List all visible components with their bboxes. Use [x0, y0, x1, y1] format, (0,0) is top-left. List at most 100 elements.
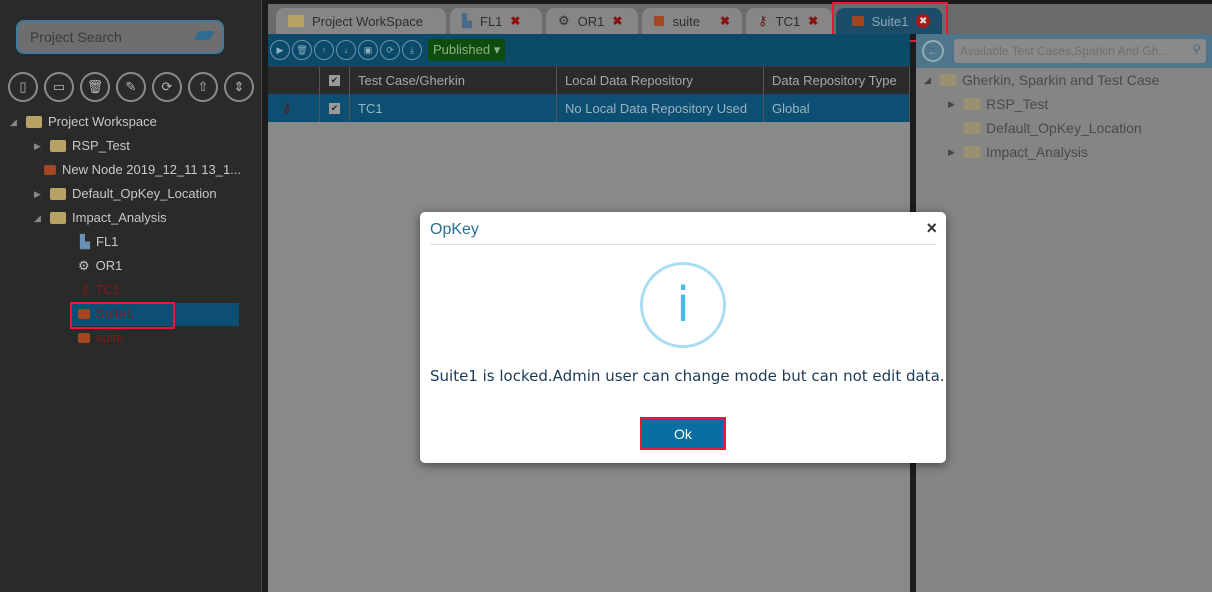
tab-bar: Project WorkSpace ▙ FL1 ✖ ⚙ OR1 ✖ suite ✖ ⚷ TC…: [268, 0, 1212, 42]
node-label: New Node 2019_12_11 13_1...: [62, 162, 242, 177]
available-search-input[interactable]: Available Test Cases,Sparkin And Gh... ⚲: [954, 39, 1206, 63]
tree-node-fl1[interactable]: ▙ FL1: [80, 232, 118, 252]
key-icon: ⚷: [758, 13, 768, 28]
node-label: Gherkin, Sparkin and Test Case: [962, 72, 1160, 88]
tree-node-impact-analysis[interactable]: ◢ Impact_Analysis: [34, 208, 167, 228]
tab-label: suite: [672, 13, 700, 29]
delete-icon[interactable]: 🗑: [292, 40, 312, 60]
function-library-icon: ▙: [462, 13, 472, 28]
node-label: Default_OpKey_Location: [72, 186, 217, 201]
tab-label: TC1: [775, 13, 801, 29]
tab-label: FL1: [480, 13, 503, 29]
back-arrow-icon[interactable]: ←: [922, 40, 944, 62]
tab-suite[interactable]: suite ✖: [642, 8, 742, 34]
node-label: RSP_Test: [72, 138, 130, 153]
highlight-box: [70, 302, 175, 329]
cell-name: TC1: [350, 94, 557, 122]
close-icon[interactable]: ✖: [510, 14, 520, 28]
close-icon[interactable]: ✖: [612, 14, 622, 28]
tree-node-default-location[interactable]: Default_OpKey_Location: [964, 118, 1142, 138]
tree-node-default-location[interactable]: ▶ Default_OpKey_Location: [34, 184, 217, 204]
key-icon: ⚷: [268, 94, 320, 122]
tree-node-project-workspace[interactable]: ◢ Project Workspace: [10, 112, 157, 132]
status-dropdown[interactable]: Published ▾: [428, 39, 506, 61]
node-label: Impact_Analysis: [72, 210, 167, 225]
tab-or1[interactable]: ⚙ OR1 ✖: [546, 8, 638, 34]
tree-node-tc1[interactable]: ⚷ TC1: [80, 280, 120, 300]
tree-node-new-node[interactable]: New Node 2019_12_11 13_1...: [44, 160, 241, 180]
select-all-checkbox[interactable]: ✔: [329, 75, 340, 86]
play-icon[interactable]: ▶: [270, 40, 290, 60]
node-label: RSP_Test: [986, 96, 1049, 112]
node-label: Default_OpKey_Location: [986, 120, 1142, 136]
function-library-icon: ▙: [80, 234, 90, 249]
open-folder-button[interactable]: ▭: [44, 72, 74, 102]
tab-label: OR1: [577, 13, 605, 29]
folder-icon: [964, 98, 980, 110]
tab-project-workspace[interactable]: Project WorkSpace: [276, 8, 446, 34]
dialog-title: OpKey: [430, 221, 479, 238]
node-label: FL1: [96, 234, 119, 249]
save-icon[interactable]: ▣: [358, 40, 378, 60]
tab-tc1[interactable]: ⚷ TC1 ✖: [746, 8, 832, 34]
new-file-button[interactable]: ▯: [8, 72, 38, 102]
tab-fl1[interactable]: ▙ FL1 ✖: [450, 8, 542, 34]
tree-node-rsp-test[interactable]: ▶ RSP_Test: [948, 94, 1048, 114]
sort-button[interactable]: ⇕: [224, 72, 254, 102]
available-panel: ← Available Test Cases,Sparkin And Gh...…: [916, 34, 1212, 592]
tree-node-impact-analysis[interactable]: ▶ Impact_Analysis: [948, 142, 1088, 162]
close-icon[interactable]: ×: [926, 218, 937, 239]
close-icon[interactable]: ✖: [808, 14, 818, 28]
cell-repo: No Local Data Repository Used: [557, 94, 764, 122]
node-label: Impact_Analysis: [986, 144, 1088, 160]
tree-node-or1[interactable]: ⚙ OR1: [78, 256, 122, 276]
node-label: Project Workspace: [48, 114, 157, 129]
move-up-icon[interactable]: ↑: [314, 40, 334, 60]
project-sidebar: Project Search ▯ ▭ 🗑 ✎ ⟳ ⇧ ⇕ ◢ Project Wo…: [0, 0, 262, 592]
column-header[interactable]: Data Repository Type: [764, 67, 910, 94]
project-search-input[interactable]: Project Search: [16, 20, 224, 54]
table-header: ✔ Test Case/Gherkin Local Data Repositor…: [268, 66, 910, 94]
folder-icon: [26, 116, 42, 128]
edit-button[interactable]: ✎: [116, 72, 146, 102]
folder-icon: [964, 146, 980, 158]
upload-button[interactable]: ⇧: [188, 72, 218, 102]
tree-node-suite[interactable]: suite: [78, 328, 123, 348]
ok-button[interactable]: Ok: [640, 417, 726, 450]
column-header[interactable]: Local Data Repository: [557, 67, 764, 94]
move-down-icon[interactable]: ↓: [336, 40, 356, 60]
row-checkbox[interactable]: ✔: [329, 102, 340, 114]
info-icon: i: [640, 262, 726, 348]
dialog-message: Suite1 is locked.Admin user can change m…: [430, 367, 945, 385]
refresh-icon[interactable]: ⟳: [380, 40, 400, 60]
folder-icon: [50, 188, 66, 200]
suite-icon: [654, 16, 665, 26]
eraser-icon[interactable]: [193, 31, 215, 40]
folder-icon: [288, 15, 304, 27]
node-label: TC1: [95, 282, 121, 297]
suite-toolbar: ▶ 🗑 ↑ ↓ ▣ ⟳ ⤓ Published ▾: [268, 34, 910, 66]
download-icon[interactable]: ⤓: [402, 40, 422, 60]
key-icon: ⚷: [80, 282, 90, 297]
folder-icon: [50, 140, 66, 152]
node-label: OR1: [95, 258, 123, 273]
search-icon[interactable]: ⚲: [1192, 42, 1201, 56]
tab-label: Project WorkSpace: [312, 13, 424, 29]
delete-button[interactable]: 🗑: [80, 72, 110, 102]
refresh-button[interactable]: ⟳: [152, 72, 182, 102]
search-placeholder: Project Search: [30, 29, 122, 45]
column-header[interactable]: Test Case/Gherkin: [350, 67, 557, 94]
search-placeholder: Available Test Cases,Sparkin And Gh...: [960, 44, 1169, 58]
suite-icon: [78, 333, 90, 343]
suite-icon: [44, 165, 56, 175]
gear-icon: ⚙: [78, 258, 90, 273]
folder-icon: [50, 212, 66, 224]
tree-node-root[interactable]: ◢ Gherkin, Sparkin and Test Case: [924, 70, 1159, 90]
node-label: suite: [96, 330, 124, 345]
table-row[interactable]: ⚷ ✔ TC1 No Local Data Repository Used Glo…: [268, 94, 910, 122]
cell-type: Global: [764, 94, 910, 122]
folder-icon: [940, 74, 956, 86]
tree-node-rsp-test[interactable]: ▶ RSP_Test: [34, 136, 130, 156]
close-icon[interactable]: ✖: [720, 14, 730, 28]
status-label: Published: [433, 42, 491, 57]
